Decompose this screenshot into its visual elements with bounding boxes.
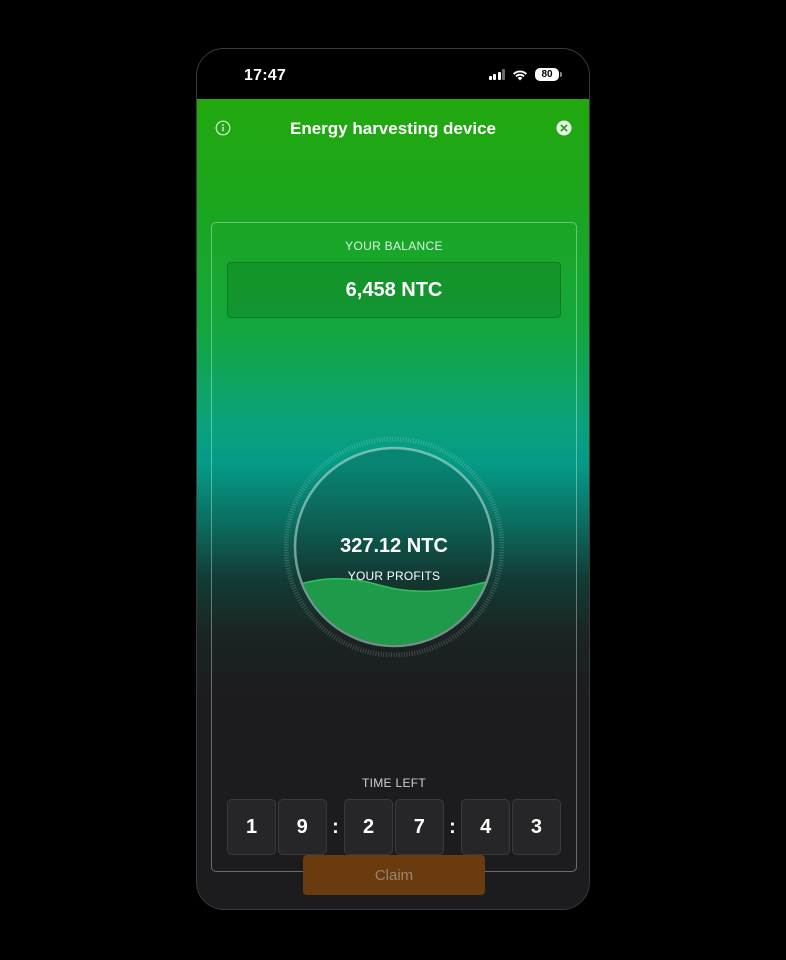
- timer-separator: :: [449, 816, 456, 838]
- balance-label: YOUR BALANCE: [345, 239, 443, 253]
- signal-icon: [488, 69, 505, 80]
- timer-digit: 2: [344, 799, 394, 855]
- close-icon[interactable]: [556, 120, 572, 136]
- status-bar: 17:47 80: [197, 49, 589, 99]
- phone-frame: 17:47 80 Energy harvesting device YOUR B…: [196, 48, 590, 910]
- countdown-timer: 1 9 : 2 7 : 4 3: [227, 799, 561, 855]
- claim-button[interactable]: Claim: [303, 855, 485, 895]
- status-icons: 80: [488, 68, 562, 81]
- timer-separator: :: [332, 816, 339, 838]
- timer-digit: 4: [461, 799, 511, 855]
- profit-label: YOUR PROFITS: [347, 569, 441, 583]
- status-time: 17:47: [244, 67, 286, 84]
- time-left-label: TIME LEFT: [361, 776, 427, 790]
- timer-digit: 1: [227, 799, 276, 855]
- page-title: Energy harvesting device: [290, 119, 496, 138]
- timer-digit: 7: [394, 799, 444, 855]
- timer-digit: 3: [511, 799, 561, 855]
- battery-icon: 80: [535, 68, 562, 81]
- app-screen: Energy harvesting device YOUR BALANCE 6,…: [197, 99, 589, 909]
- wifi-icon: [513, 70, 527, 80]
- device-card: YOUR BALANCE 6,458 NTC 327.12 NTC YOUR P…: [211, 222, 577, 872]
- profit-value: 327.12 NTC: [340, 535, 448, 557]
- timer-digit: 9: [277, 799, 327, 855]
- balance-value: 6,458 NTC: [227, 262, 561, 318]
